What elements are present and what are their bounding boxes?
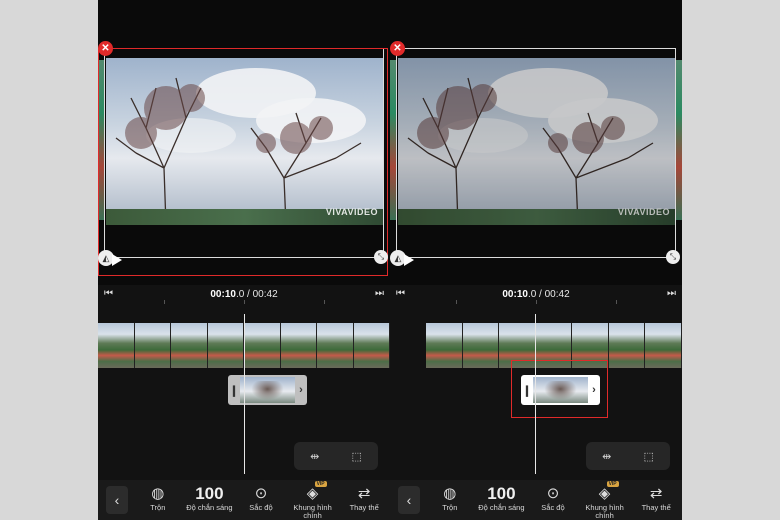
replace-tool[interactable]: ⇄ Thay thế: [338, 480, 390, 512]
bottom-toolbar: ‹ ◍ Trộn 100 Độ chắn sáng ⊙ Sắc độ VIP ◈…: [98, 480, 390, 520]
vip-badge: VIP: [314, 481, 327, 487]
video-preview[interactable]: VIVAVIDEO ✕ ◭ ⤡: [390, 0, 682, 285]
scale-icon[interactable]: ⤡: [374, 250, 388, 264]
hue-tool[interactable]: ⊙ Sắc độ: [527, 480, 579, 512]
edit-tools-pill: ⇹ ⬚: [294, 442, 378, 470]
blend-icon: ◍: [151, 485, 165, 502]
trim-left-handle[interactable]: ❙: [521, 384, 533, 397]
chevron-left-icon[interactable]: ‹: [398, 486, 420, 514]
skip-end-icon[interactable]: ⏭: [667, 288, 676, 299]
vip-badge: VIP: [606, 481, 619, 487]
blend-tool[interactable]: ◍ Trộn: [132, 480, 184, 512]
time-readout: 00:10.0 / 00:42: [210, 289, 278, 300]
play-icon[interactable]: [112, 254, 122, 266]
timeline-ruler: [98, 300, 390, 308]
editor-screen-right: VIVAVIDEO ✕ ◭ ⤡ ⏮ 00:10.0 / 00:42 ⏭ ❙ › …: [390, 0, 682, 520]
chevron-left-icon[interactable]: ‹: [106, 486, 128, 514]
selection-highlight: [98, 48, 388, 276]
overlay-frame: [396, 48, 676, 258]
keyframe-tool[interactable]: VIP ◈ Khung hình chính: [579, 480, 631, 520]
replace-icon: ⇄: [357, 485, 371, 502]
hue-tool[interactable]: ⊙ Sắc độ: [235, 480, 287, 512]
clip-thumbnail: [240, 377, 295, 403]
bottom-toolbar: ‹ ◍ Trộn 100 Độ chắn sáng ⊙ Sắc độ VIP ◈…: [390, 480, 682, 520]
keyframe-icon: ◈: [306, 485, 319, 502]
keyframe-icon: ◈: [598, 485, 611, 502]
trim-right-handle[interactable]: ›: [588, 384, 600, 396]
play-icon[interactable]: [404, 254, 414, 266]
split-icon[interactable]: ⇹: [602, 450, 611, 463]
blend-tool[interactable]: ◍ Trộn: [424, 480, 476, 512]
crop-icon[interactable]: ⬚: [644, 450, 654, 463]
close-icon[interactable]: ✕: [390, 41, 405, 56]
edit-tools-pill: ⇹ ⬚: [586, 442, 670, 470]
playhead[interactable]: [244, 314, 245, 474]
brightness-tool[interactable]: 100 Độ chắn sáng: [184, 480, 236, 512]
trim-left-handle[interactable]: ❙: [228, 384, 240, 397]
replace-tool[interactable]: ⇄ Thay thế: [630, 480, 682, 512]
replace-icon: ⇄: [649, 485, 663, 502]
close-icon[interactable]: ✕: [98, 41, 113, 56]
keyframe-tool[interactable]: VIP ◈ Khung hình chính: [287, 480, 339, 520]
split-icon[interactable]: ⇹: [310, 450, 319, 463]
hue-icon: ⊙: [254, 485, 268, 502]
video-preview[interactable]: VIVAVIDEO ✕ ◭ ⤡: [98, 0, 390, 285]
underlying-video-edge: [676, 60, 682, 220]
brightness-tool[interactable]: 100 Độ chắn sáng: [476, 480, 528, 512]
hue-icon: ⊙: [546, 485, 560, 502]
scale-icon[interactable]: ⤡: [666, 250, 680, 264]
overlay-clip[interactable]: ❙ ›: [521, 375, 600, 405]
timeline-ruler: [390, 300, 682, 308]
overlay-clip[interactable]: ❙ ›: [228, 375, 307, 405]
playhead[interactable]: [535, 314, 536, 474]
skip-end-icon[interactable]: ⏭: [375, 288, 384, 299]
crop-icon[interactable]: ⬚: [352, 450, 362, 463]
editor-screen-left: VIVAVIDEO ✕ ◭ ⤡ ⏮ 00:10.0 / 00:42 ⏭ ❙ › …: [98, 0, 390, 520]
trim-right-handle[interactable]: ›: [295, 384, 307, 396]
time-readout: 00:10.0 / 00:42: [502, 289, 570, 300]
clip-thumbnail: [533, 377, 588, 403]
blend-icon: ◍: [443, 485, 457, 502]
